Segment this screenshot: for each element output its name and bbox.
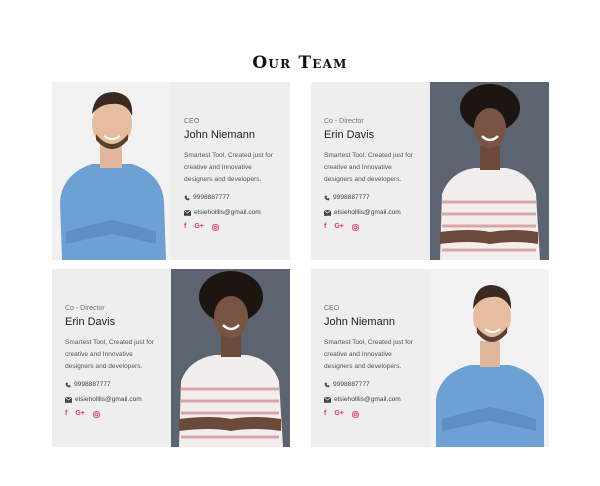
member-description: Smartest Tool, Created just for creative…: [324, 339, 413, 370]
phone-number: 9998887777: [333, 194, 370, 201]
team-card: Co - Director Erin Davis Smartest Tool, …: [52, 269, 290, 447]
member-photo: [430, 269, 549, 447]
google-plus-icon[interactable]: G+: [334, 410, 344, 418]
facebook-icon[interactable]: f: [324, 410, 326, 418]
member-phone: 9998887777: [65, 381, 161, 388]
team-card: Co - Director Erin Davis Smartest Tool, …: [311, 82, 549, 260]
member-role: CEO: [324, 305, 340, 312]
social-links: f G+: [324, 223, 420, 231]
member-info: Co - Director Erin Davis Smartest Tool, …: [52, 269, 171, 447]
member-role: CEO: [184, 118, 200, 125]
member-photo: [52, 82, 171, 260]
member-info: Co - Director Erin Davis Smartest Tool, …: [311, 82, 430, 260]
member-name: Erin Davis: [65, 316, 116, 328]
member-phone: 9998887777: [184, 194, 280, 201]
phone-icon: [184, 195, 190, 200]
section-title-text: Our Team: [252, 53, 348, 73]
section-title: Our Team: [0, 53, 600, 73]
member-email: elsieholllis@gmail.com: [184, 209, 280, 216]
social-links: f G+: [184, 223, 280, 231]
email-address[interactable]: elsieholllis@gmail.com: [334, 396, 401, 403]
envelope-icon: [65, 396, 72, 403]
member-description: Smartest Tool, Created just for creative…: [65, 339, 154, 370]
member-phone: 9998887777: [324, 194, 420, 201]
google-plus-icon[interactable]: G+: [194, 223, 204, 231]
phone-number: 9998887777: [74, 381, 111, 388]
instagram-icon[interactable]: [212, 223, 219, 231]
member-photo: [171, 269, 290, 447]
member-email: elsieholllis@gmail.com: [324, 209, 420, 216]
member-description: Smartest Tool, Created just for creative…: [324, 152, 413, 183]
envelope-icon: [184, 209, 191, 216]
member-role: Co - Director: [324, 118, 364, 125]
envelope-icon: [324, 396, 331, 403]
social-links: f G+: [65, 410, 161, 418]
member-email: elsieholllis@gmail.com: [324, 396, 420, 403]
facebook-icon[interactable]: f: [324, 223, 326, 231]
member-info: CEO John Niemann Smartest Tool, Created …: [311, 269, 430, 447]
member-photo: [430, 82, 549, 260]
team-card: CEO John Niemann Smartest Tool, Created …: [311, 269, 549, 447]
member-phone: 9998887777: [324, 381, 420, 388]
instagram-icon[interactable]: [352, 410, 359, 418]
member-description: Smartest Tool, Created just for creative…: [184, 152, 273, 183]
phone-number: 9998887777: [193, 194, 230, 201]
member-info: CEO John Niemann Smartest Tool, Created …: [171, 82, 290, 260]
instagram-icon[interactable]: [93, 410, 100, 418]
phone-icon: [324, 195, 330, 200]
facebook-icon[interactable]: f: [65, 410, 67, 418]
google-plus-icon[interactable]: G+: [334, 223, 344, 231]
member-name: Erin Davis: [324, 129, 375, 141]
phone-icon: [324, 382, 330, 387]
email-address[interactable]: elsieholllis@gmail.com: [334, 209, 401, 216]
member-name: John Niemann: [184, 129, 255, 141]
email-address[interactable]: elsieholllis@gmail.com: [75, 396, 142, 403]
instagram-icon[interactable]: [352, 223, 359, 231]
team-card: CEO John Niemann Smartest Tool, Created …: [52, 82, 290, 260]
phone-icon: [65, 382, 71, 387]
social-links: f G+: [324, 410, 420, 418]
member-name: John Niemann: [324, 316, 395, 328]
email-address[interactable]: elsieholllis@gmail.com: [194, 209, 261, 216]
facebook-icon[interactable]: f: [184, 223, 186, 231]
envelope-icon: [324, 209, 331, 216]
member-role: Co - Director: [65, 305, 105, 312]
member-email: elsieholllis@gmail.com: [65, 396, 161, 403]
google-plus-icon[interactable]: G+: [75, 410, 85, 418]
phone-number: 9998887777: [333, 381, 370, 388]
